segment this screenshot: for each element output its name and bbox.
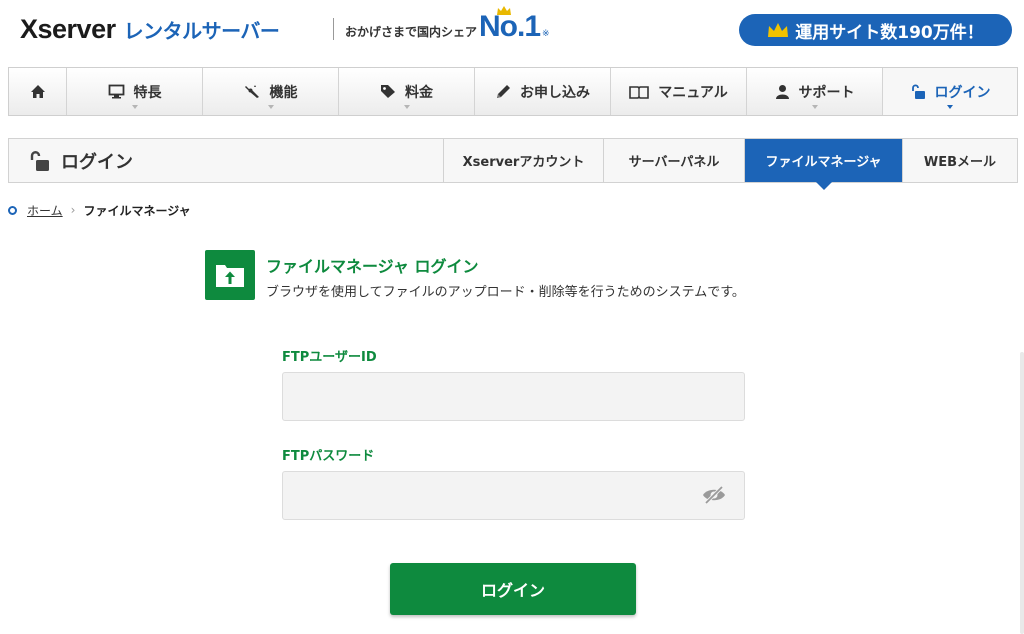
tagline-no1: No.1 (479, 6, 541, 44)
ftp-password-input[interactable] (282, 471, 745, 520)
nav-item-support[interactable]: サポート (747, 68, 883, 115)
tab-file-manager[interactable]: ファイルマネージャ (744, 139, 902, 190)
tab-webmail[interactable]: WEBメール (902, 139, 1017, 182)
tagline-text: おかげさまで国内シェア (345, 25, 478, 39)
chevron-down-icon (947, 105, 953, 109)
nav-label: 料金 (405, 84, 433, 101)
breadcrumb-separator: › (70, 203, 76, 217)
tab-xserver-account[interactable]: Xserverアカウント (443, 139, 603, 182)
tab-server-panel[interactable]: サーバーパネル (603, 139, 744, 182)
chevron-down-icon (811, 105, 818, 109)
book-icon (629, 85, 650, 99)
login-button[interactable]: ログイン (390, 563, 636, 615)
unlock-icon (910, 83, 926, 100)
ftp-password-label: FTPパスワード (282, 449, 375, 464)
site-header: Xserver レンタルサーバー おかげさまで国内シェア No.1 ※ 運用サイ… (0, 0, 1024, 62)
home-icon (30, 84, 46, 99)
ftp-user-id-label: FTPユーザーID (282, 350, 377, 365)
breadcrumb-dot-icon (8, 205, 17, 215)
toggle-password-visibility-button[interactable] (700, 482, 728, 508)
nav-label: ログイン (934, 84, 991, 101)
nav-item-functions[interactable]: 機能 (203, 68, 339, 115)
site-logo[interactable]: Xserver レンタルサーバー (20, 14, 280, 45)
price-tag-icon (380, 84, 396, 99)
nav-label: お申し込み (520, 84, 590, 101)
ftp-user-id-input[interactable] (282, 372, 745, 421)
crown-icon (768, 23, 789, 37)
subnav-title-text: ログイン (61, 151, 133, 173)
main-nav: 特長 機能 料金 お申し込み マニュアル サポート ログイン (8, 67, 1018, 116)
nav-item-pricing[interactable]: 料金 (339, 68, 475, 115)
mini-crown-icon (497, 6, 512, 15)
nav-item-features[interactable]: 特長 (67, 68, 203, 115)
breadcrumb-home-link[interactable]: ホーム (27, 202, 63, 219)
nav-label: 特長 (133, 84, 162, 101)
nav-item-manual[interactable]: マニュアル (611, 68, 747, 115)
tagline-footnote-mark: ※ (542, 29, 550, 39)
logo-main-text: Xserver (20, 14, 116, 44)
nav-label: マニュアル (658, 84, 728, 101)
tools-icon (244, 84, 261, 99)
nav-item-home[interactable] (9, 68, 67, 115)
nav-item-login[interactable]: ログイン (883, 68, 1017, 115)
file-manager-icon (205, 250, 255, 300)
user-icon (775, 84, 790, 99)
share-tagline: おかげさまで国内シェア No.1 ※ (345, 6, 550, 44)
badge-text: 運用サイト数190万件！ (795, 22, 984, 43)
login-subnav: ログイン Xserverアカウント サーバーパネル ファイルマネージャ WEBメ… (8, 138, 1018, 190)
subnav-title: ログイン (29, 139, 133, 182)
nav-label: 機能 (269, 84, 298, 101)
logo-sub-text: レンタルサーバー (123, 19, 280, 43)
breadcrumb-current: ファイルマネージャ (83, 203, 191, 218)
page-description: ブラウザを使用してファイルのアップロード・削除等を行うためのシステムです。 (266, 285, 745, 300)
monitor-icon (108, 84, 125, 99)
page-scrollbar[interactable] (1020, 352, 1024, 634)
logo-separator (333, 18, 334, 40)
chevron-down-icon (267, 105, 274, 109)
unlock-icon (29, 150, 51, 172)
chevron-down-icon (403, 105, 410, 109)
breadcrumb: ホーム › ファイルマネージャ (8, 202, 191, 218)
eye-slash-icon (703, 485, 725, 505)
nav-item-apply[interactable]: お申し込み (475, 68, 611, 115)
pencil-icon (495, 84, 511, 100)
site-count-badge: 運用サイト数190万件！ (739, 14, 1012, 46)
chevron-down-icon (131, 105, 138, 109)
nav-label: サポート (798, 84, 855, 101)
page-title: ファイルマネージャ ログイン (266, 257, 479, 276)
